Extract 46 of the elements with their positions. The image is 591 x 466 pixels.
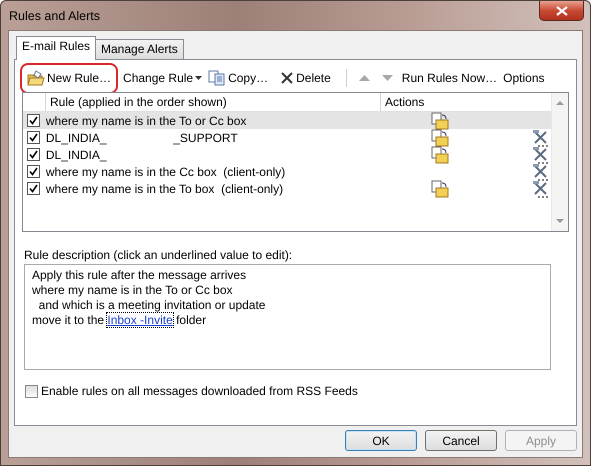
scrollbar[interactable] — [551, 93, 568, 231]
rule-row[interactable]: where my name is in the Cc box (client-only) — [23, 163, 552, 180]
menu-button[interactable]: Change Rule — [120, 69, 206, 87]
rule-row[interactable]: where my name is in the To box (client-only) — [23, 180, 552, 197]
description-text: and which is a meeting invitation or update — [38, 298, 266, 313]
rule-row[interactable]: DL_INDIA_ _SUPPORT — [23, 129, 552, 146]
folder-icon — [27, 70, 45, 86]
toolbar-button[interactable]: New Rule… — [24, 68, 114, 88]
section-label: Rule description (click an underlined value to edit): — [24, 248, 294, 262]
scroll-up-icon[interactable] — [556, 100, 564, 105]
rule-row[interactable]: DL_INDIA_ — [23, 146, 552, 163]
description-text: Apply this rule after the message arrives — [32, 268, 248, 283]
close-icon — [556, 6, 568, 16]
copy-icon — [208, 70, 226, 86]
dialog-button[interactable]: OK — [345, 430, 417, 451]
toolbar-button[interactable]: Copy… — [205, 68, 272, 88]
checkbox[interactable] — [27, 114, 40, 127]
folder-link[interactable]: Inbox -Invite — [107, 313, 173, 327]
rule-name: where my name is in the To or Cc box — [46, 114, 248, 128]
checkbox[interactable] — [27, 148, 40, 161]
caret-icon — [195, 76, 202, 80]
toolbar-button[interactable]: Run Rules Now… — [398, 69, 500, 87]
description-text: move it to the — [32, 313, 106, 327]
rule-name: DL_INDIA_ — [46, 148, 108, 162]
rule-row[interactable]: where my name is in the To or Cc box — [23, 112, 552, 129]
rule-name: DL_INDIA_ _SUPPORT — [46, 130, 239, 144]
description-text: where my name is in the To or Cc box — [32, 283, 234, 298]
rule-name: where my name is in the To box (client-only) — [46, 182, 284, 196]
toolbar-button[interactable]: Delete — [277, 69, 334, 87]
dialog-button[interactable]: Cancel — [425, 430, 497, 451]
checkbox[interactable] — [27, 131, 40, 144]
rule-name: where my name is in the Cc box (client-only) — [46, 164, 286, 178]
delete-icon — [280, 71, 294, 85]
column-header: Rule (applied in the order shown) — [46, 93, 381, 111]
checkbox-label: Enable rules on all messages downloaded from RSS Feeds — [41, 384, 358, 398]
tab[interactable]: E-mail Rules — [16, 36, 96, 60]
scroll-down-icon[interactable] — [556, 219, 564, 224]
toolbar-button[interactable]: Options — [500, 69, 548, 87]
window-title: Rules and Alerts — [8, 8, 100, 22]
close-button[interactable] — [539, 1, 584, 21]
checkbox[interactable] — [27, 165, 40, 178]
checkbox[interactable] — [25, 384, 38, 398]
column-header: Actions — [384, 94, 426, 111]
checkbox[interactable] — [27, 182, 40, 195]
description-text: folder — [175, 313, 206, 327]
tab[interactable]: Manage Alerts — [95, 39, 184, 59]
